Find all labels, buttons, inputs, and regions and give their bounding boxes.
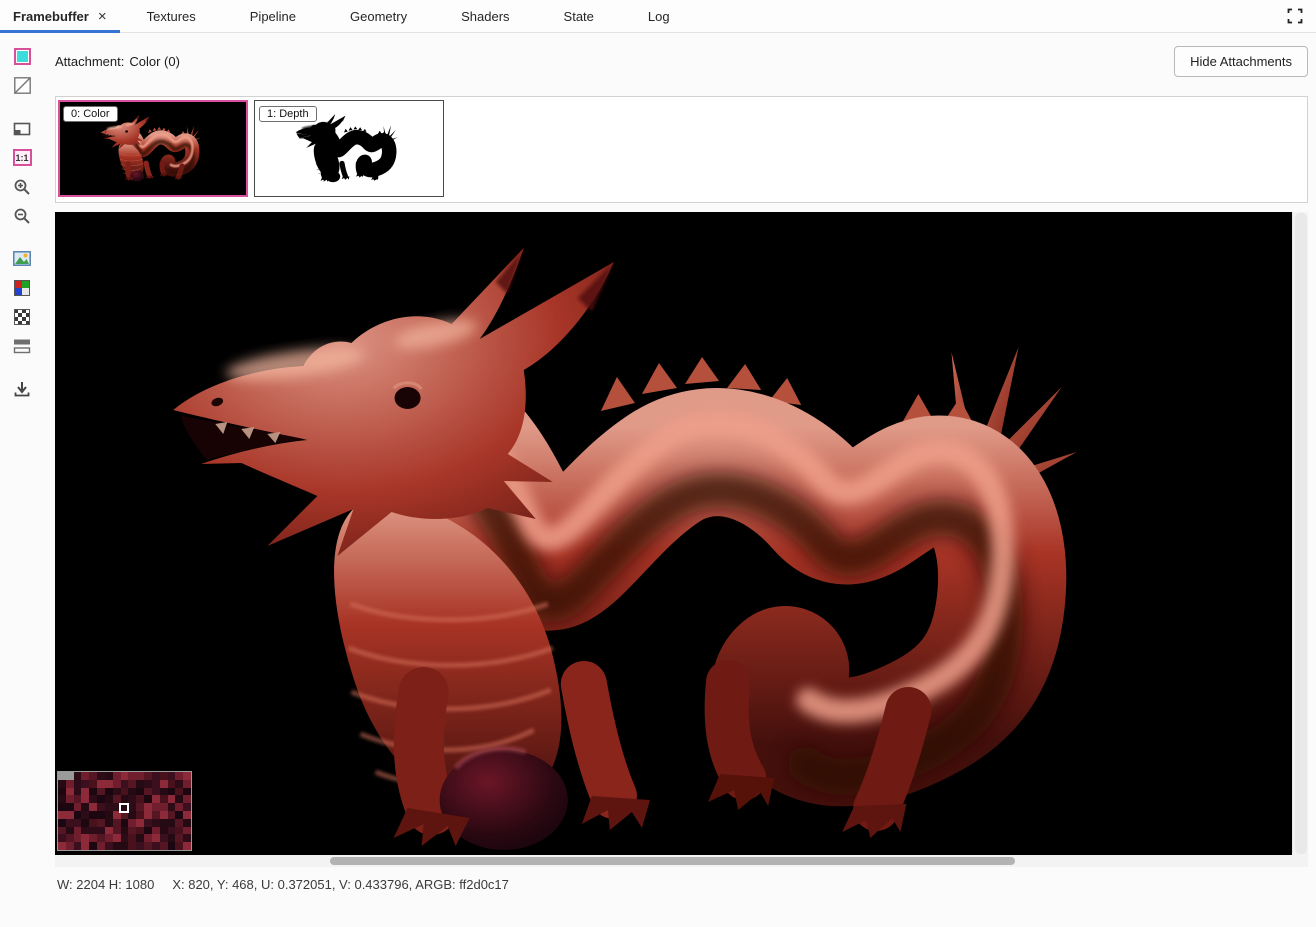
attachment-value: Color (0): [129, 54, 180, 69]
image-icon: [13, 251, 31, 266]
tab-state[interactable]: State: [537, 0, 621, 32]
tab-label: Log: [648, 9, 670, 24]
tab-bar: Framebuffer × Textures Pipeline Geometry…: [0, 0, 1316, 33]
attachment-thumb-depth[interactable]: 1: Depth: [254, 100, 444, 197]
framebuffer-viewport[interactable]: [55, 212, 1292, 855]
texture-size-text: W: 2204 H: 1080: [57, 877, 154, 892]
show-image-button[interactable]: [10, 248, 34, 269]
attachment-header: Attachment:Color (0) Hide Attachments: [55, 33, 1308, 89]
scrollbar-corner: [1292, 855, 1308, 867]
attachments-strip: 0: Color 1: Depth: [55, 96, 1308, 203]
flip-vertical-button[interactable]: [10, 335, 34, 356]
zoom-in-icon: [13, 178, 31, 196]
horizontal-scrollbar-thumb[interactable]: [330, 857, 1015, 865]
main-panel: Attachment:Color (0) Hide Attachments 0:…: [44, 33, 1316, 927]
alpha-checkerboard-button[interactable]: [10, 306, 34, 327]
color-channels-icon: [14, 280, 30, 296]
tab-textures[interactable]: Textures: [120, 0, 223, 32]
zoom-to-fit-button[interactable]: [10, 118, 34, 139]
attachment-thumb-color[interactable]: 0: Color: [58, 100, 248, 197]
actual-size-button[interactable]: 1:1: [10, 147, 34, 168]
tab-log[interactable]: Log: [621, 0, 697, 32]
flip-vertical-icon: [13, 338, 31, 354]
tab-label: Textures: [147, 9, 196, 24]
checker-background-icon: [14, 77, 31, 94]
tab-label: Geometry: [350, 9, 407, 24]
zoom-out-button[interactable]: [10, 205, 34, 226]
graphics-debugger-window: Framebuffer × Textures Pipeline Geometry…: [0, 0, 1316, 927]
close-tab-icon[interactable]: ×: [98, 9, 107, 24]
framebuffer-image[interactable]: [55, 212, 1292, 855]
fullscreen-icon[interactable]: [1274, 0, 1316, 32]
zoom-in-button[interactable]: [10, 176, 34, 197]
pixel-zoom-overlay: [57, 771, 192, 851]
color-channels-button[interactable]: [10, 277, 34, 298]
tab-framebuffer[interactable]: Framebuffer ×: [0, 0, 120, 32]
attachment-chip: 1: Depth: [259, 106, 317, 122]
active-tab-indicator: [0, 30, 120, 33]
attachment-chip: 0: Color: [63, 106, 118, 122]
horizontal-scrollbar[interactable]: [55, 855, 1292, 867]
pixel-info-text: X: 820, Y: 468, U: 0.372051, V: 0.433796…: [172, 877, 509, 892]
tab-geometry[interactable]: Geometry: [323, 0, 434, 32]
save-icon: [13, 380, 31, 398]
save-image-button[interactable]: [10, 378, 34, 399]
background-color-swatch-icon: [14, 48, 31, 65]
checker-background-button[interactable]: [10, 75, 34, 96]
workspace: 1:1: [0, 33, 1316, 927]
attachment-label: Attachment:Color (0): [55, 54, 180, 69]
vertical-scrollbar-thumb[interactable]: [1295, 213, 1307, 854]
status-bar: W: 2204 H: 1080 X: 820, Y: 468, U: 0.372…: [55, 867, 1308, 901]
tab-label: Framebuffer: [13, 9, 89, 24]
tab-shaders[interactable]: Shaders: [434, 0, 536, 32]
tab-label: Shaders: [461, 9, 509, 24]
viewport-area: [55, 212, 1308, 867]
hide-attachments-button[interactable]: Hide Attachments: [1174, 46, 1308, 77]
side-toolbar: 1:1: [0, 33, 44, 927]
background-color-button[interactable]: [10, 46, 34, 67]
tab-label: Pipeline: [250, 9, 296, 24]
tab-pipeline[interactable]: Pipeline: [223, 0, 323, 32]
tab-label: State: [564, 9, 594, 24]
actual-size-icon: 1:1: [13, 149, 32, 166]
checkerboard-icon: [14, 309, 30, 325]
selected-pixel-marker: [119, 803, 129, 813]
zoom-out-icon: [13, 207, 31, 225]
zoom-to-fit-icon: [13, 121, 31, 137]
vertical-scrollbar[interactable]: [1292, 212, 1308, 855]
